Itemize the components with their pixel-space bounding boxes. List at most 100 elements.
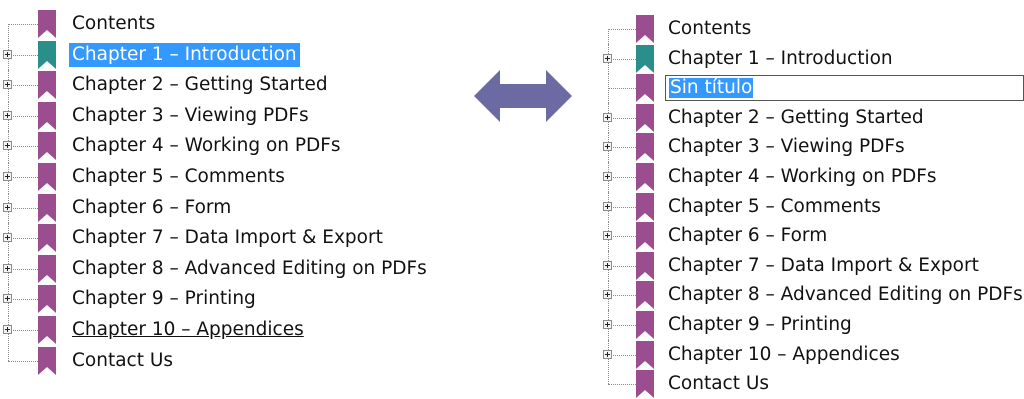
- bookmark-active-icon: [38, 40, 56, 69]
- bookmark-label[interactable]: Chapter 7 – Data Import & Export: [69, 226, 386, 250]
- bookmark-label[interactable]: Chapter 9 – Printing: [69, 287, 259, 311]
- bookmark-row-contents[interactable]: Contents: [0, 9, 470, 39]
- bookmark-icon: [38, 10, 56, 38]
- tree-connector-lines: [0, 345, 40, 376]
- expand-plus-icon[interactable]: [3, 294, 12, 304]
- bookmark-row-chapter-6-form[interactable]: Chapter 6 – Form: [0, 192, 470, 223]
- bookmark-label[interactable]: Chapter 1 – Introduction: [665, 47, 896, 71]
- bookmark-label[interactable]: Chapter 3 – Viewing PDFs: [69, 104, 312, 128]
- bookmark-row-chapter-1-introduction[interactable]: Chapter 1 – Introduction: [600, 43, 1024, 74]
- bookmark-row-chapter-5-comments[interactable]: Chapter 5 – Comments: [0, 162, 470, 192]
- bookmark-label[interactable]: Chapter 5 – Comments: [69, 165, 288, 189]
- bookmark-label[interactable]: Chapter 10 – Appendices: [665, 343, 903, 367]
- expand-plus-icon[interactable]: [3, 202, 12, 212]
- bookmark-icon: [38, 193, 56, 222]
- bookmark-label[interactable]: Contents: [69, 12, 158, 36]
- bookmark-row-chapter-2-getting-started[interactable]: Chapter 2 – Getting Started: [0, 70, 470, 101]
- bookmark-row-sin-t-tulo[interactable]: Sin título: [600, 73, 1024, 104]
- bookmark-row-contact-us[interactable]: Contact Us: [600, 369, 1024, 399]
- bookmark-label[interactable]: Chapter 4 – Working on PDFs: [665, 165, 940, 189]
- expand-plus-icon[interactable]: [3, 172, 12, 181]
- bookmark-icon: [38, 101, 56, 130]
- bookmark-row-chapter-3-viewing-pdfs[interactable]: Chapter 3 – Viewing PDFs: [0, 100, 470, 131]
- tree-connector-lines: [600, 73, 640, 104]
- bookmark-row-chapter-1-introduction[interactable]: Chapter 1 – Introduction: [0, 39, 470, 70]
- bookmark-icon: [636, 192, 654, 221]
- bookmark-row-chapter-9-printing[interactable]: Chapter 9 – Printing: [0, 284, 470, 315]
- tree-connector-lines: [600, 14, 640, 44]
- double-headed-arrow-icon: [474, 70, 572, 122]
- expand-plus-icon[interactable]: [3, 233, 12, 243]
- bookmark-rename-input[interactable]: Sin título: [665, 75, 1024, 102]
- expand-plus-icon[interactable]: [3, 80, 12, 90]
- bookmark-row-chapter-9-printing[interactable]: Chapter 9 – Printing: [600, 310, 1024, 340]
- bookmark-label[interactable]: Chapter 8 – Advanced Editing on PDFs: [665, 283, 1024, 307]
- bookmark-active-icon: [636, 44, 654, 73]
- bookmark-icon: [38, 285, 56, 314]
- bookmark-row-chapter-10-appendices[interactable]: Chapter 10 – Appendices: [0, 315, 470, 345]
- expand-plus-icon[interactable]: [603, 112, 612, 122]
- bookmark-row-chapter-4-working-on-pdfs[interactable]: Chapter 4 – Working on PDFs: [600, 162, 1024, 192]
- bookmark-row-chapter-5-comments[interactable]: Chapter 5 – Comments: [600, 191, 1024, 222]
- bookmarks-panel-after: Contents Chapter 1 – Introduction Sin títu…: [600, 0, 1024, 399]
- bookmarks-panel-before: Contents Chapter 1 – Introduction Chapter …: [0, 0, 470, 397]
- bookmark-label[interactable]: Chapter 5 – Comments: [665, 195, 884, 219]
- bookmark-row-chapter-4-working-on-pdfs[interactable]: Chapter 4 – Working on PDFs: [0, 131, 470, 162]
- bookmark-icon: [636, 15, 654, 43]
- expand-plus-icon[interactable]: [3, 263, 12, 273]
- bookmark-icon: [636, 103, 654, 132]
- bookmark-label[interactable]: Chapter 9 – Printing: [665, 313, 855, 337]
- bookmark-label[interactable]: Chapter 6 – Form: [69, 196, 234, 220]
- bookmark-icon: [38, 224, 56, 253]
- bookmark-icon: [636, 163, 654, 191]
- expand-plus-icon[interactable]: [603, 231, 612, 241]
- expand-plus-icon[interactable]: [603, 201, 612, 211]
- bookmark-icon: [38, 132, 56, 161]
- bookmark-icon: [38, 163, 56, 191]
- bookmark-row-chapter-8-advanced-editing-on-pdfs[interactable]: Chapter 8 – Advanced Editing on PDFs: [600, 280, 1024, 311]
- bookmark-row-contents[interactable]: Contents: [600, 14, 1024, 44]
- bookmark-row-chapter-7-data-import-export[interactable]: Chapter 7 – Data Import & Export: [0, 223, 470, 254]
- expand-plus-icon[interactable]: [3, 141, 12, 151]
- expand-plus-icon[interactable]: [603, 53, 612, 63]
- expand-plus-icon[interactable]: [603, 172, 612, 181]
- expand-plus-icon[interactable]: [603, 349, 612, 359]
- bookmark-label[interactable]: Chapter 8 – Advanced Editing on PDFs: [69, 257, 430, 281]
- bookmark-label[interactable]: Chapter 3 – Viewing PDFs: [665, 135, 908, 159]
- expand-plus-icon[interactable]: [603, 290, 612, 300]
- expand-plus-icon[interactable]: [603, 260, 612, 270]
- bookmark-icon: [636, 281, 654, 310]
- bookmark-row-chapter-2-getting-started[interactable]: Chapter 2 – Getting Started: [600, 102, 1024, 133]
- tree-connector-lines: [0, 9, 40, 39]
- bookmark-icon: [636, 74, 654, 103]
- bookmark-row-chapter-3-viewing-pdfs[interactable]: Chapter 3 – Viewing PDFs: [600, 132, 1024, 163]
- bookmark-label[interactable]: Contents: [665, 17, 754, 41]
- bookmark-label[interactable]: Chapter 4 – Working on PDFs: [69, 134, 344, 158]
- tree-connector-lines: [600, 369, 640, 399]
- bookmark-icon: [636, 251, 654, 280]
- expand-plus-icon[interactable]: [603, 320, 612, 329]
- bookmark-row-chapter-8-advanced-editing-on-pdfs[interactable]: Chapter 8 – Advanced Editing on PDFs: [0, 253, 470, 284]
- bookmark-label[interactable]: Chapter 10 – Appendices: [69, 318, 307, 342]
- bookmark-icon: [636, 370, 654, 399]
- bookmark-label[interactable]: Chapter 7 – Data Import & Export: [665, 254, 982, 278]
- bookmark-label[interactable]: Chapter 1 – Introduction: [69, 42, 300, 67]
- expand-plus-icon[interactable]: [3, 110, 12, 120]
- expand-plus-icon[interactable]: [3, 325, 12, 334]
- expand-plus-icon[interactable]: [3, 49, 12, 59]
- bookmark-icon: [38, 346, 56, 375]
- bookmark-label[interactable]: Contact Us: [69, 349, 176, 373]
- bookmark-row-chapter-7-data-import-export[interactable]: Chapter 7 – Data Import & Export: [600, 250, 1024, 281]
- bookmark-row-contact-us[interactable]: Contact Us: [0, 345, 470, 376]
- bookmark-icon: [636, 133, 654, 162]
- bookmark-label[interactable]: Chapter 2 – Getting Started: [69, 73, 331, 97]
- expand-plus-icon[interactable]: [603, 142, 612, 152]
- bookmark-label[interactable]: Chapter 6 – Form: [665, 224, 830, 248]
- bookmark-row-chapter-6-form[interactable]: Chapter 6 – Form: [600, 221, 1024, 252]
- bookmark-icon: [38, 71, 56, 100]
- bookmark-icon: [38, 316, 56, 344]
- bookmark-row-chapter-10-appendices[interactable]: Chapter 10 – Appendices: [600, 339, 1024, 370]
- bookmark-label[interactable]: Contact Us: [665, 372, 772, 396]
- bookmark-icon: [636, 311, 654, 339]
- bookmark-label[interactable]: Chapter 2 – Getting Started: [665, 106, 927, 130]
